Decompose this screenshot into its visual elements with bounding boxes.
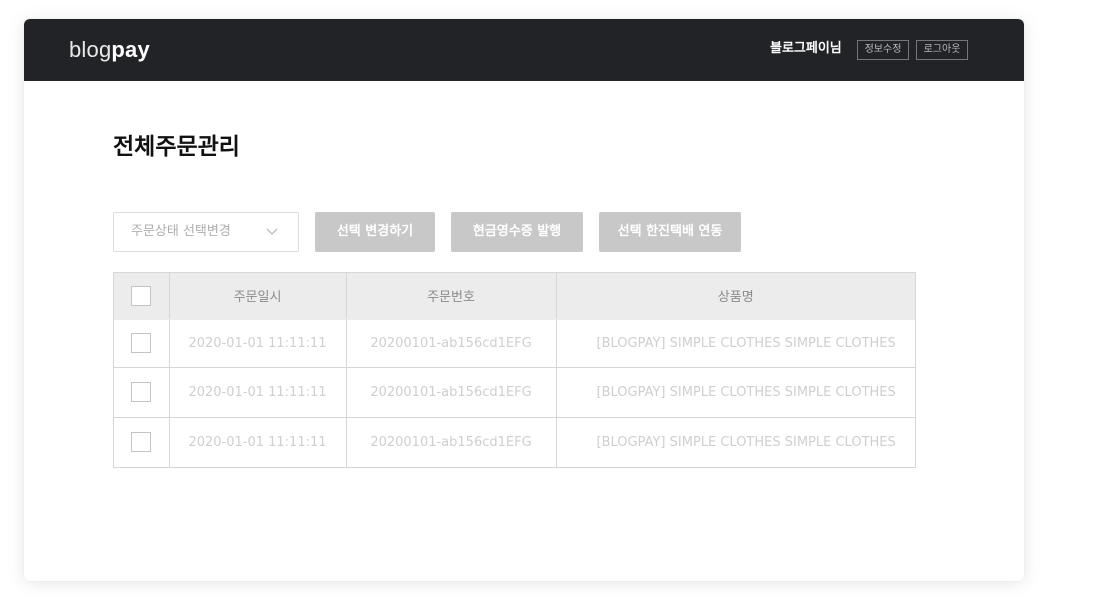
order-number-cell: 20200101-ab156cd1EFG [346,319,557,368]
row-select-cell [114,367,170,418]
order-status-select-placeholder: 주문상태 선택변경 [131,224,231,239]
order-date-cell: 2020-01-01 11:11:11 [169,319,347,368]
table-row[interactable]: 2020-01-01 11:11:11 20200101-ab156cd1EFG… [114,319,915,368]
orders-table: 주문일시 주문번호 상품명 2020-01-01 11:11:11 202001… [113,272,916,468]
row-checkbox[interactable] [131,333,152,353]
page-title: 전체주문관리 [113,134,240,160]
table-row[interactable]: 2020-01-01 11:11:11 20200101-ab156cd1EFG… [114,417,915,467]
order-date-cell: 2020-01-01 11:11:11 [169,367,347,418]
user-name: 블로그페이님 [770,41,842,56]
column-header-order-number: 주문번호 [346,273,557,320]
order-number-cell: 20200101-ab156cd1EFG [346,417,557,467]
top-bar: blogpay 블로그페이님 정보수정 로그아웃 [24,19,1024,81]
app-window: blogpay 블로그페이님 정보수정 로그아웃 전체주문관리 주문상태 선택변… [24,19,1024,581]
column-header-order-date: 주문일시 [169,273,347,320]
order-date-cell: 2020-01-01 11:11:11 [169,417,347,467]
product-name-cell: [BLOGPAY] SIMPLE CLOTHES SIMPLE CLOTHES [556,367,915,418]
select-all-checkbox[interactable] [131,285,152,306]
edit-info-button[interactable]: 정보수정 [857,40,909,60]
row-checkbox[interactable] [131,382,152,402]
cash-receipt-button[interactable]: 현금영수증 발행 [451,212,583,252]
blogpay-logo[interactable]: blogpay [69,36,150,64]
logout-button[interactable]: 로그아웃 [916,40,968,60]
order-number-cell: 20200101-ab156cd1EFG [346,367,557,418]
column-header-product-name: 상품명 [556,273,915,320]
table-row[interactable]: 2020-01-01 11:11:11 20200101-ab156cd1EFG… [114,367,915,418]
product-name-cell: [BLOGPAY] SIMPLE CLOTHES SIMPLE CLOTHES [596,434,896,450]
change-selected-button[interactable]: 선택 변경하기 [315,212,435,252]
logo-text-blog: blog [69,37,112,62]
row-select-cell [114,417,170,467]
row-select-cell [114,319,170,368]
order-status-select[interactable]: 주문상태 선택변경 [113,212,299,252]
header-select-all [114,273,170,320]
chevron-down-icon [266,228,278,235]
logo-text-pay: pay [111,37,150,62]
row-checkbox[interactable] [131,432,152,453]
product-name-cell: [BLOGPAY] SIMPLE CLOTHES SIMPLE CLOTHES [556,319,915,368]
hanjin-link-button[interactable]: 선택 한진택배 연동 [599,212,741,252]
table-header-row: 주문일시 주문번호 상품명 [114,273,915,320]
